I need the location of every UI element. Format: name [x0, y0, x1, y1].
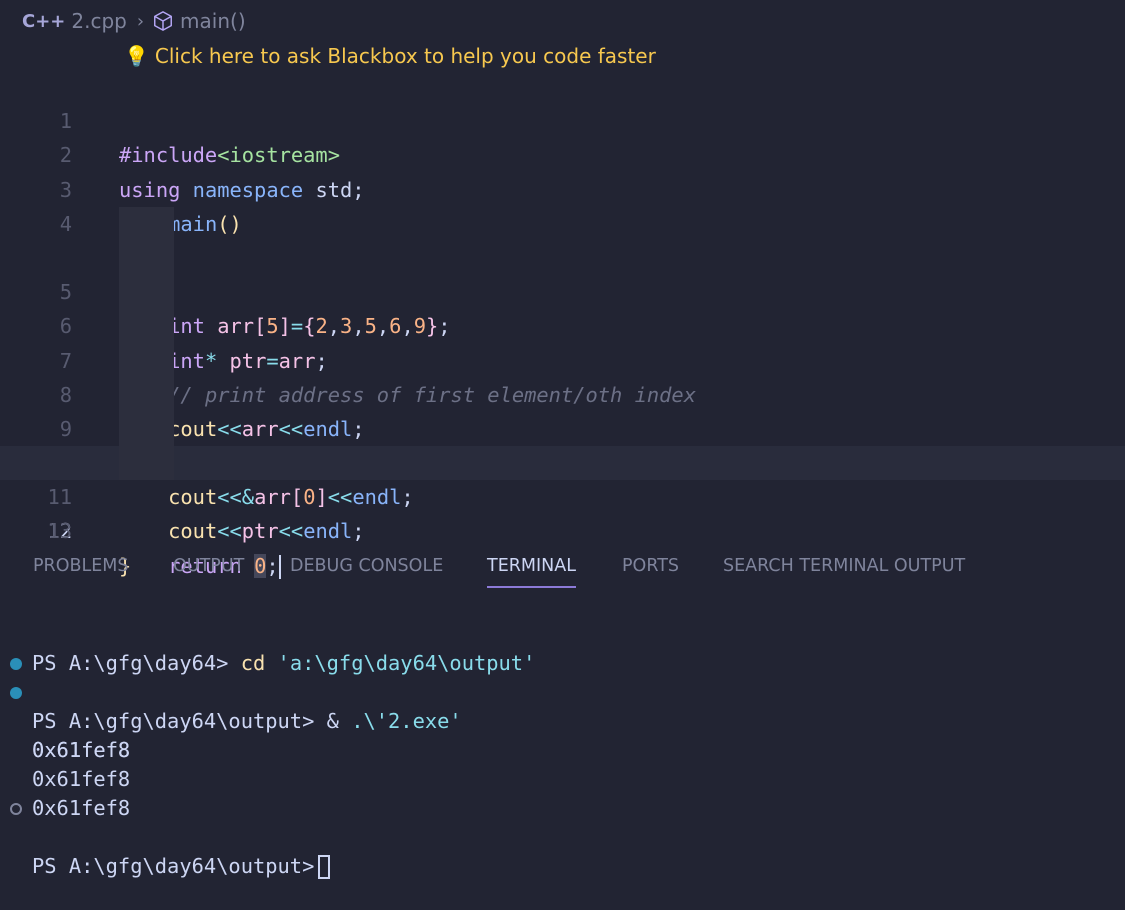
cube-icon — [154, 11, 173, 31]
breadcrumb-file[interactable]: 2.cpp — [71, 9, 126, 33]
tab-problems[interactable]: PROBLEMS — [33, 548, 129, 588]
command-decoration-icon[interactable] — [10, 803, 22, 815]
code-line-8[interactable]: 8 cout<<arr<<endl; — [0, 309, 1125, 441]
terminal-line: 0x61fef8 — [0, 678, 1125, 762]
terminal-line: PS A:\gfg\day64\output> & .\'2.exe' — [0, 649, 1125, 733]
code-line-6[interactable]: 6 int* ptr=arr; — [0, 240, 1125, 373]
tab-debug-console[interactable]: DEBUG CONSOLE — [290, 548, 443, 588]
semicolon: ; — [352, 519, 365, 544]
command-decoration-icon[interactable] — [10, 687, 22, 699]
indent-guide — [119, 446, 174, 481]
command-decoration-icon[interactable] — [10, 658, 22, 670]
terminal-line: 0x61fef8 — [0, 765, 1125, 820]
chevron-right-icon: › — [136, 10, 145, 32]
terminal-prompt: PS A:\gfg\day64\output> — [32, 854, 315, 878]
endl: endl — [303, 519, 353, 544]
breadcrumb: C++ 2.cpp › main() — [22, 6, 246, 36]
terminal-cursor — [318, 855, 331, 879]
stream-operator: << — [278, 519, 304, 544]
code-line-13[interactable]: 13 } — [0, 480, 1125, 577]
code-line-1[interactable]: 1 #include<iostream> — [0, 70, 1125, 167]
terminal[interactable]: PS A:\gfg\day64> cd 'a:\gfg\day64\output… — [0, 620, 1125, 879]
code-line-3[interactable]: 3 int main() — [0, 138, 1125, 236]
terminal-line: 0x61fef8 — [0, 707, 1125, 762]
tab-ports[interactable]: PORTS — [622, 548, 679, 588]
blackbox-hint-text[interactable]: Click here to ask Blackbox to help you c… — [155, 44, 656, 68]
blackbox-hint[interactable]: 💡 Click here to ask Blackbox to help you… — [124, 40, 656, 72]
breadcrumb-symbol[interactable]: main() — [180, 9, 246, 33]
code-line-7[interactable]: 7 // print address of first element/oth … — [0, 275, 1125, 407]
indent-guide — [119, 377, 174, 412]
tab-output[interactable]: OUTPUT — [173, 548, 244, 588]
indent-guide — [119, 411, 174, 447]
code-editor[interactable]: 1 #include<iostream> 2 using namespace s… — [0, 70, 1125, 579]
indent-guide — [119, 206, 174, 241]
cpp-file-icon: C++ — [22, 10, 66, 32]
terminal-line: PS A:\gfg\day64> cd 'a:\gfg\day64\output… — [0, 620, 1125, 675]
code-line-12[interactable]: 12 return 0; — [0, 446, 1125, 579]
code-line-11[interactable]: 11 cout<<ptr<<endl; — [0, 411, 1125, 543]
line-number: 13 — [47, 519, 72, 544]
var-ptr: ptr — [241, 519, 279, 544]
indent-guide — [119, 309, 174, 344]
indent-guide — [119, 343, 174, 378]
code-line-5[interactable]: 5 int arr[5]={2,3,5,6,9}; — [0, 206, 1125, 338]
indent-guide — [119, 275, 174, 310]
code-line-4[interactable]: 4 { — [0, 173, 1125, 270]
tab-terminal[interactable]: TERMINAL — [487, 548, 576, 588]
code-line-10[interactable]: 10 cout<<&arr[0]<<endl; — [0, 377, 1125, 509]
indent-guide — [119, 240, 174, 276]
code-line-9[interactable]: 9 cout<<arr+0<<endl; — [0, 343, 1125, 475]
terminal-line: PS A:\gfg\day64\output> — [0, 794, 1125, 879]
stream-operator: << — [217, 519, 242, 544]
terminal-line: 0x61fef8 — [0, 736, 1125, 791]
code-line-2[interactable]: 2 using namespace std; — [0, 104, 1125, 201]
panel-tabs: PROBLEMS OUTPUT DEBUG CONSOLE TERMINAL P… — [0, 548, 1125, 588]
cout: cout — [168, 519, 218, 544]
tab-search-terminal-output[interactable]: SEARCH TERMINAL OUTPUT — [723, 548, 965, 588]
lightbulb-icon: 💡 — [124, 44, 149, 68]
